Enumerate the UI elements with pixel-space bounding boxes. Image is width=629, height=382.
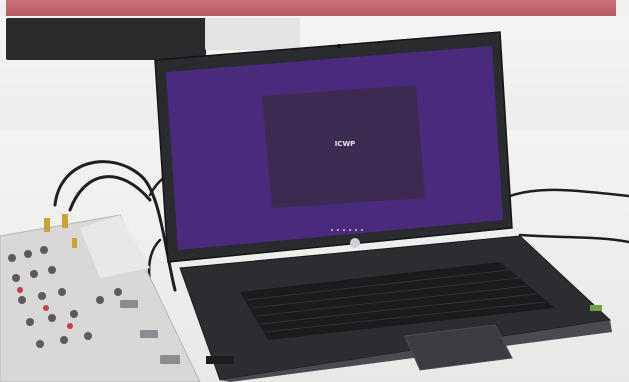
photo-scene: ICWP xyxy=(0,0,629,382)
hp-logo xyxy=(350,238,360,248)
cable xyxy=(508,188,629,198)
webcam xyxy=(337,44,341,48)
usb-plug xyxy=(206,356,234,364)
status-light xyxy=(590,305,602,311)
cable xyxy=(518,233,629,244)
cable xyxy=(68,175,152,212)
screen-title: ICWP xyxy=(334,140,356,148)
scene-drawing xyxy=(0,31,629,382)
